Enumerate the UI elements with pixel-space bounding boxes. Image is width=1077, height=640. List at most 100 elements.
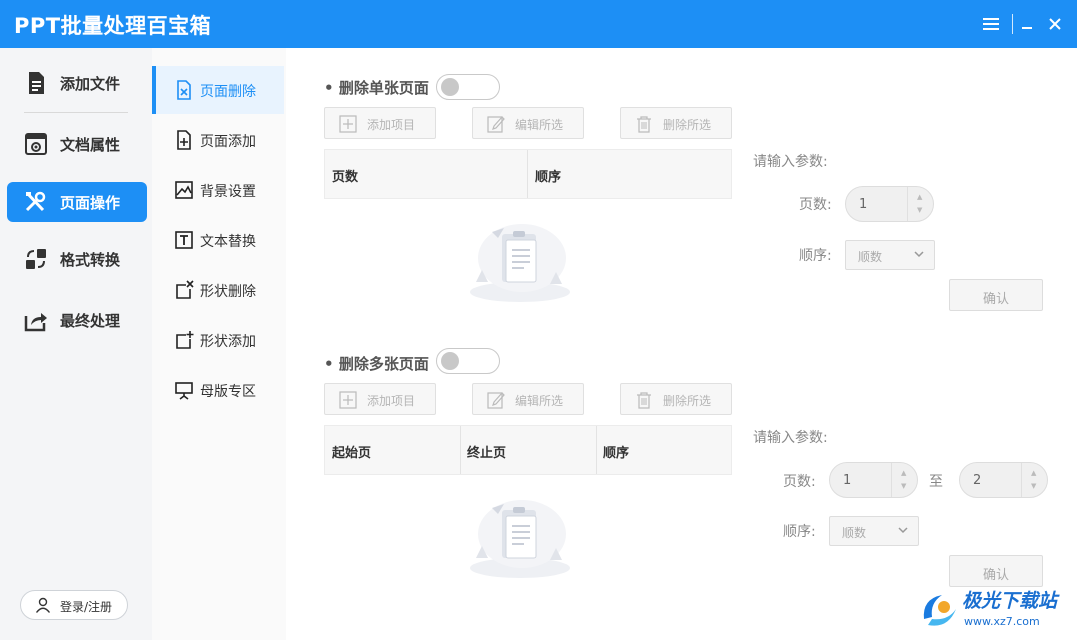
multi-order-label: 顺序: xyxy=(783,524,816,540)
single-section-title: • 删除单张页面 xyxy=(324,79,429,97)
multi-pages-label: 页数: xyxy=(783,474,816,490)
multi-confirm-button[interactable]: 确认 xyxy=(949,555,1043,587)
sidebar: 添加文件 文档属性 页面操作 格式转换 最终处理 登录/注册 xyxy=(0,48,152,640)
subnav-item-background[interactable]: 背景设置 xyxy=(152,166,284,214)
shape-add-icon xyxy=(176,331,194,349)
subnav-item-master[interactable]: 母版专区 xyxy=(152,366,284,414)
multi-to-stepper[interactable]: 2 ▲ ▼ xyxy=(959,462,1048,498)
button-label: 确认 xyxy=(982,292,1009,307)
empty-state-illustration xyxy=(470,224,570,302)
sidebar-item-format-convert[interactable]: 格式转换 xyxy=(7,239,147,279)
multi-toggle-switch[interactable] xyxy=(436,348,500,374)
subnav-item-shape-add[interactable]: 形状添加 xyxy=(152,316,284,364)
sidebar-divider xyxy=(24,112,128,113)
sidebar-item-final-process[interactable]: 最终处理 xyxy=(7,300,147,340)
stepper-arrows[interactable]: ▲ ▼ xyxy=(1021,463,1047,497)
single-edit-selected-button[interactable]: 编辑所选 xyxy=(472,107,584,139)
single-confirm-button[interactable]: 确认 xyxy=(949,279,1043,311)
column-separator xyxy=(596,426,597,474)
titlebar-separator xyxy=(1012,14,1013,34)
multi-edit-selected-button[interactable]: 编辑所选 xyxy=(472,383,584,415)
empty-state-illustration xyxy=(470,500,570,578)
subnav-item-label: 形状添加 xyxy=(200,334,256,350)
sidebar-item-doc-properties[interactable]: 文档属性 xyxy=(7,124,147,164)
doc-settings-icon xyxy=(25,133,47,155)
login-label: 登录/注册 xyxy=(60,600,113,614)
range-to-label: 至 xyxy=(929,474,943,490)
multi-section-title: • 删除多张页面 xyxy=(324,355,429,373)
multi-add-item-button[interactable]: 添加项目 xyxy=(324,383,436,415)
stepper-value: 1 xyxy=(843,473,852,488)
convert-icon xyxy=(26,249,46,269)
single-add-item-button[interactable]: 添加项目 xyxy=(324,107,436,139)
close-icon[interactable] xyxy=(1043,12,1067,36)
sidebar-item-label: 格式转换 xyxy=(60,251,121,269)
sidebar-item-label: 添加文件 xyxy=(60,75,121,93)
sidebar-item-label: 页面操作 xyxy=(60,194,121,212)
login-button[interactable]: 登录/注册 xyxy=(20,590,128,620)
column-separator xyxy=(527,150,528,198)
stepper-up-icon[interactable]: ▲ xyxy=(1031,469,1036,477)
chevron-down-icon xyxy=(898,527,908,534)
subnav-item-label: 背景设置 xyxy=(200,184,256,200)
multi-order-select[interactable]: 顺数 xyxy=(829,516,919,546)
button-label: 编辑所选 xyxy=(515,394,564,408)
button-label: 编辑所选 xyxy=(515,118,564,132)
stepper-up-icon[interactable]: ▲ xyxy=(901,469,906,477)
column-header-order: 顺序 xyxy=(535,170,562,185)
single-table-header: 页数 顺序 xyxy=(324,149,732,199)
watermark-logo: 极光下载站 www.xz7.com xyxy=(918,585,1072,635)
column-separator xyxy=(460,426,461,474)
button-label: 确认 xyxy=(982,568,1009,583)
subnav-item-page-delete[interactable]: 页面删除 xyxy=(152,66,284,114)
single-pages-stepper[interactable]: 1 ▲ ▼ xyxy=(845,186,934,222)
shape-delete-icon xyxy=(176,280,194,299)
subnav-item-text-replace[interactable]: 文本替换 xyxy=(152,216,284,264)
single-pages-label: 页数: xyxy=(799,197,832,213)
edit-icon xyxy=(487,116,505,133)
sidebar-item-label: 文档属性 xyxy=(60,136,121,154)
page-delete-icon xyxy=(177,80,191,100)
minimize-icon[interactable] xyxy=(1015,12,1039,36)
stepper-arrows[interactable]: ▲ ▼ xyxy=(907,187,933,221)
stepper-down-icon[interactable]: ▼ xyxy=(917,206,922,214)
sidebar-item-label: 最终处理 xyxy=(60,312,121,330)
image-icon xyxy=(175,181,193,199)
multi-from-stepper[interactable]: 1 ▲ ▼ xyxy=(829,462,918,498)
stepper-down-icon[interactable]: ▼ xyxy=(1031,482,1036,490)
button-label: 删除所选 xyxy=(663,118,712,132)
select-value: 顺数 xyxy=(842,526,867,540)
multi-section-title-text: 删除多张页面 xyxy=(338,355,429,373)
logo-swirl-icon xyxy=(923,595,956,626)
single-order-label: 顺序: xyxy=(799,248,832,264)
button-label: 删除所选 xyxy=(663,394,712,408)
column-header-order: 顺序 xyxy=(603,446,630,461)
stepper-down-icon[interactable]: ▼ xyxy=(901,482,906,490)
subnav-item-page-add[interactable]: 页面添加 xyxy=(152,116,284,164)
stepper-arrows[interactable]: ▲ ▼ xyxy=(891,463,917,497)
subnav-item-shape-delete[interactable]: 形状删除 xyxy=(152,266,284,314)
tools-icon xyxy=(25,191,46,212)
sub-navigation: 页面删除 页面添加 背景设置 文本替换 形状删除 形状添加 母版专区 xyxy=(152,48,286,640)
sidebar-item-page-ops[interactable]: 页面操作 xyxy=(7,182,147,222)
sidebar-item-add-file[interactable]: 添加文件 xyxy=(7,63,147,103)
select-value: 顺数 xyxy=(858,250,883,264)
multi-delete-selected-button[interactable]: 删除所选 xyxy=(620,383,732,415)
title-bar: PPT批量处理百宝箱 xyxy=(0,0,1077,48)
subnav-item-label: 母版专区 xyxy=(200,384,256,400)
single-delete-selected-button[interactable]: 删除所选 xyxy=(620,107,732,139)
single-section-title-text: 删除单张页面 xyxy=(338,79,429,97)
single-toggle-switch[interactable] xyxy=(436,74,500,100)
chevron-down-icon xyxy=(914,251,924,258)
app-window: PPT批量处理百宝箱 添加文件 文档属性 页面操作 格式转换 最终处理 登录/注… xyxy=(0,0,1077,640)
hamburger-icon[interactable] xyxy=(979,12,1003,36)
column-header-pages: 页数 xyxy=(332,170,359,185)
plus-box-icon xyxy=(339,391,357,409)
document-icon xyxy=(29,72,44,94)
plus-box-icon xyxy=(339,115,357,133)
page-add-icon xyxy=(177,130,191,150)
presentation-icon xyxy=(175,382,193,400)
single-params-title: 请输入参数: xyxy=(753,154,828,170)
stepper-up-icon[interactable]: ▲ xyxy=(917,193,922,201)
single-order-select[interactable]: 顺数 xyxy=(845,240,935,270)
